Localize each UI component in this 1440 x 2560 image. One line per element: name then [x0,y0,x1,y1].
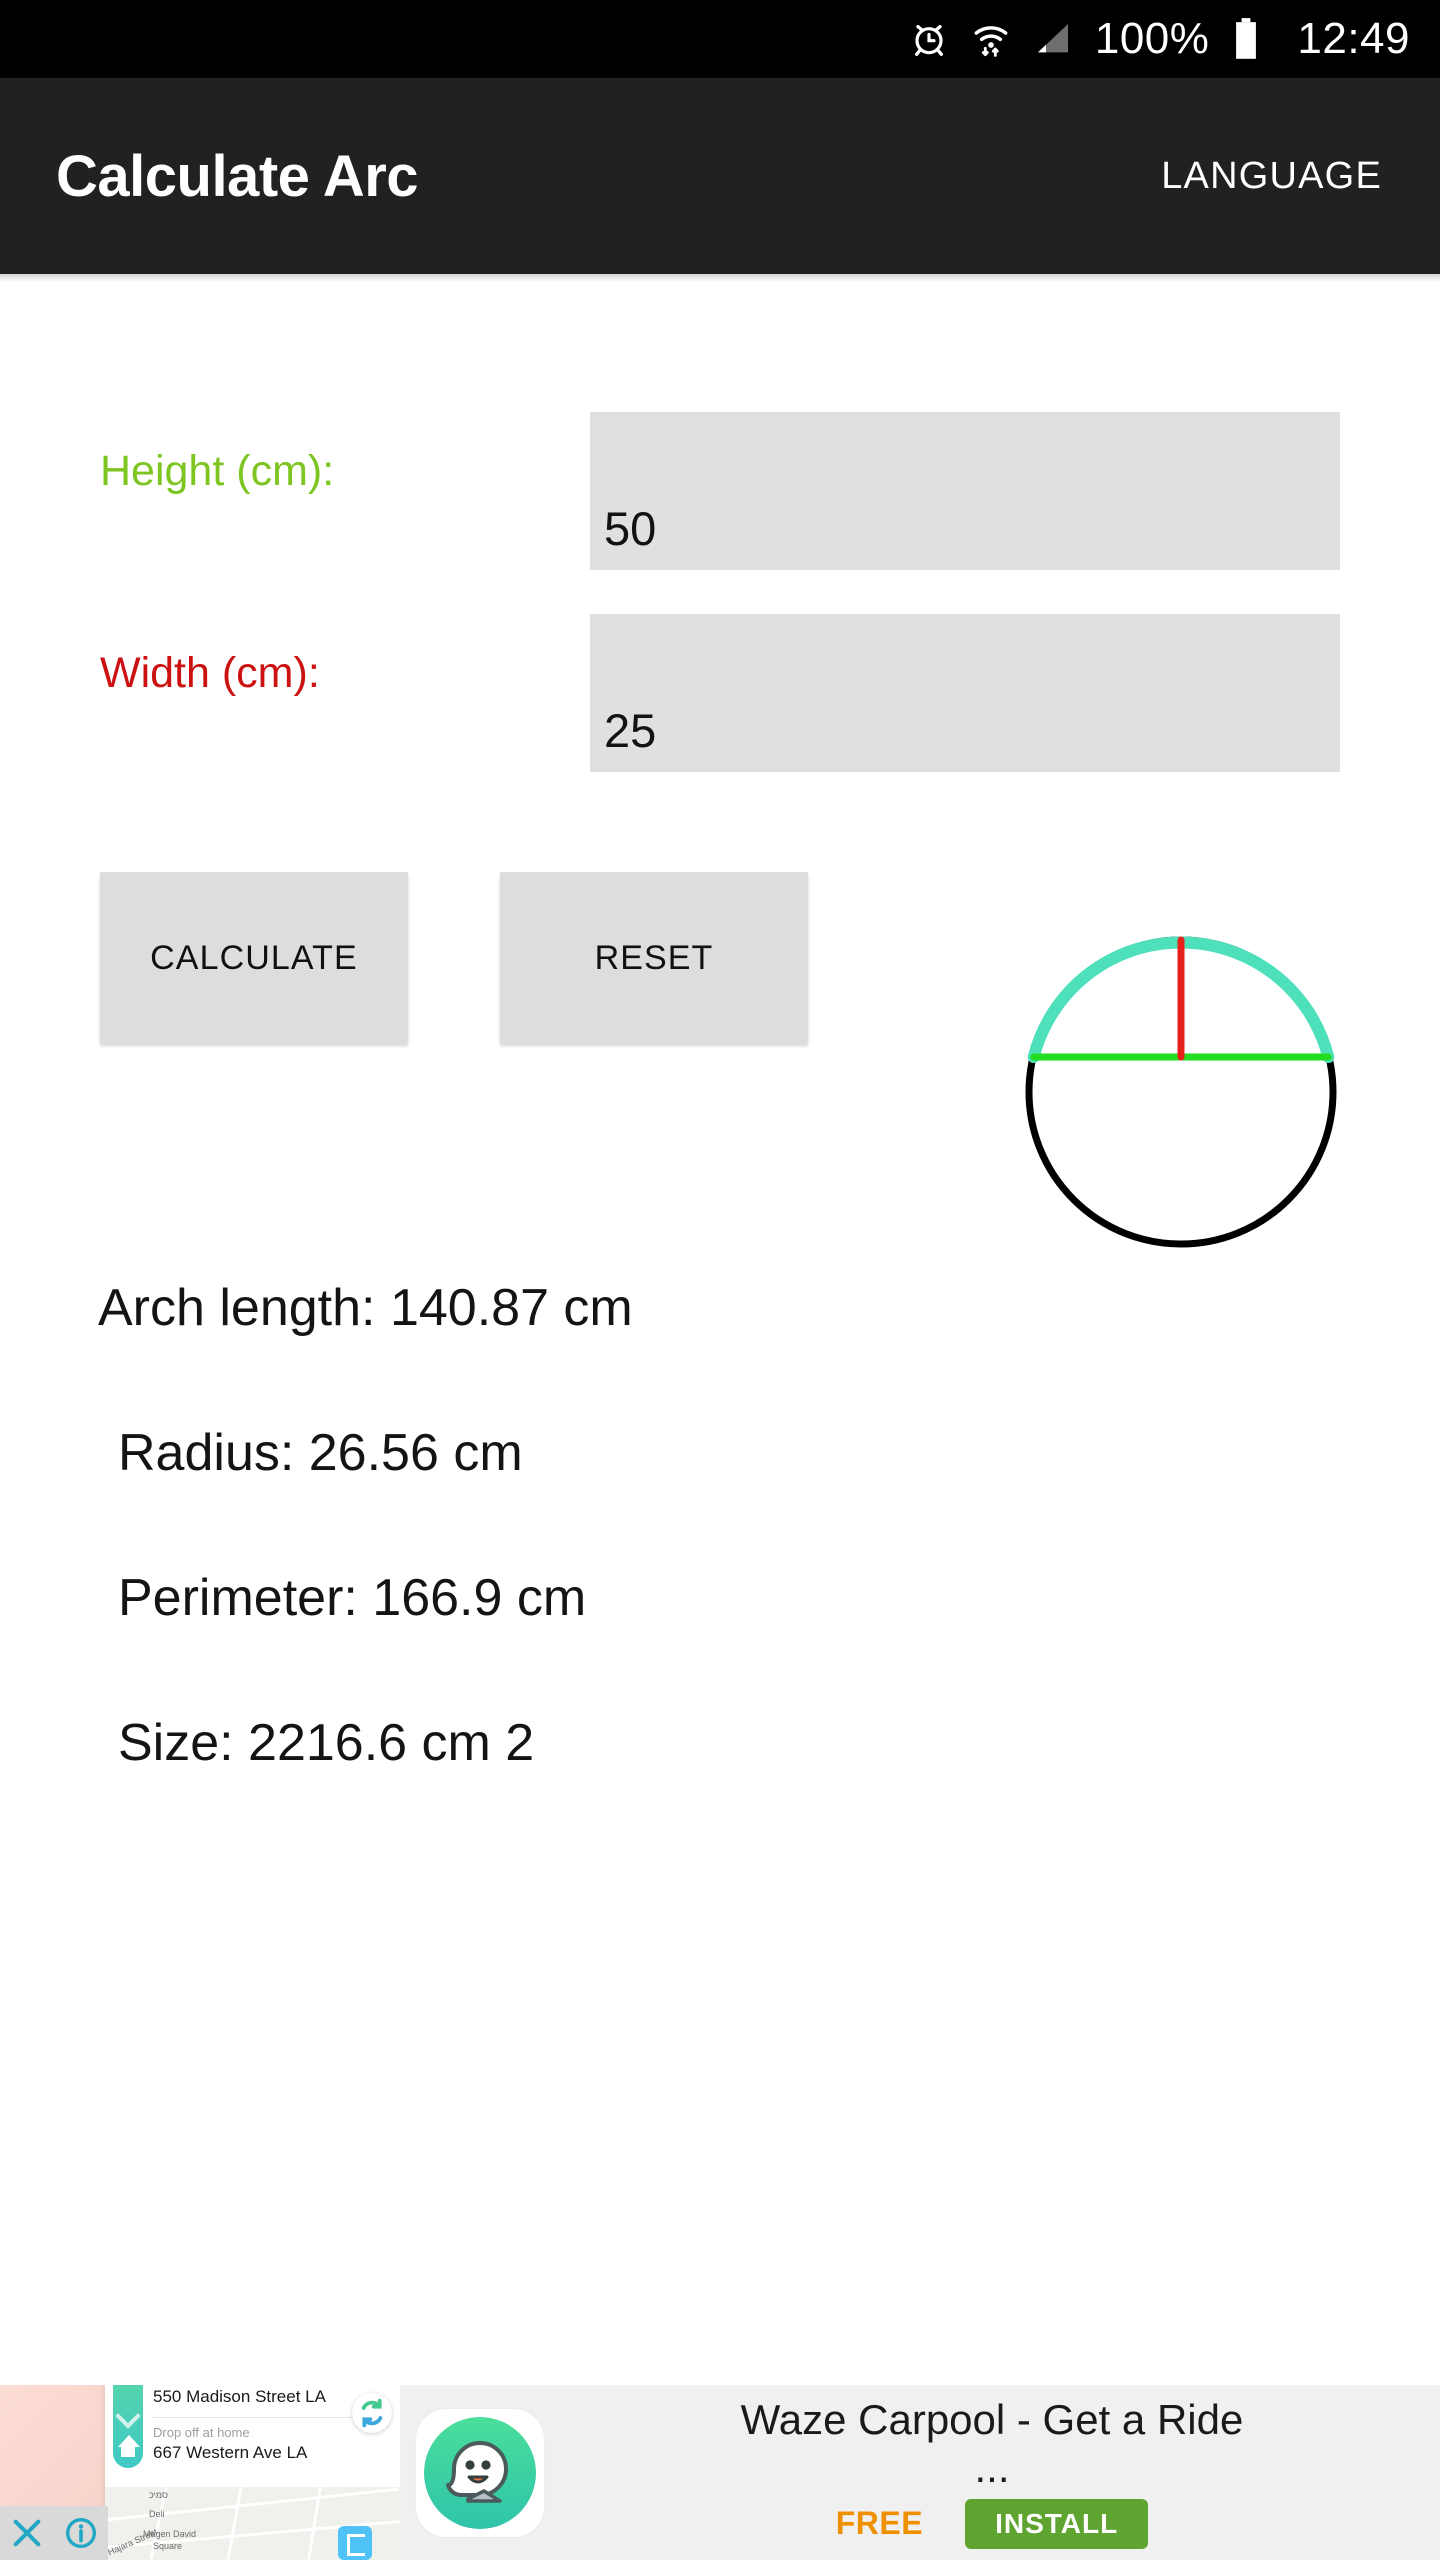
app-bar-shadow [0,274,1440,282]
height-field-row: Height (cm): [100,412,1340,570]
ad-info-button[interactable] [54,2506,108,2560]
result-radius: Radius: 26.56 cm [118,1424,523,1482]
ad-address-secondary: 667 Western Ave LA [153,2443,308,2462]
height-input[interactable] [590,412,1340,570]
ad-body: Waze Carpool - Get a Ride ... FREE INSTA… [400,2385,1440,2560]
ad-install-button[interactable]: INSTALL [965,2498,1149,2549]
ad-banner[interactable]: 550 Madison Street LA Drop off at home 6… [0,2385,1440,2560]
refresh-icon [352,2393,392,2433]
ad-title: Waze Carpool - Get a Ride ... [740,2396,1244,2491]
battery-percent-label: 100% [1094,14,1210,63]
battery-icon [1231,17,1261,61]
cellular-signal-icon [1033,19,1073,59]
ad-card-divider [153,2417,383,2418]
ad-cta-row: FREE INSTALL [835,2498,1149,2549]
waze-logo-icon [424,2416,536,2529]
ad-price-label: FREE [835,2505,924,2542]
status-bar: 100% 12:49 [0,0,1440,78]
map-label: Square [153,2541,183,2551]
alarm-clock-icon [909,19,949,59]
result-arch-length: Arch length: 140.87 cm [98,1279,633,1337]
ad-text-block: Waze Carpool - Get a Ride ... FREE INSTA… [544,2396,1440,2549]
home-icon-body [121,2447,135,2457]
reset-button[interactable]: RESET [500,872,808,1044]
status-bar-icons: 100% 12:49 [909,17,1410,61]
info-icon [65,2517,97,2549]
ad-dropoff-caption: Drop off at home [153,2425,250,2440]
ad-address-primary: 550 Madison Street LA [153,2387,326,2406]
ad-creative-card: 550 Madison Street LA Drop off at home 6… [105,2385,400,2560]
ad-map-thumbnail: סמיכ Deli Magen David Square Hajara Stre… [105,2487,400,2560]
home-icon [118,2435,140,2447]
results-panel: Arch length: 140.87 cm Radius: 26.56 cm … [0,1282,1440,1862]
result-perimeter: Perimeter: 166.9 cm [118,1569,587,1627]
map-label: סמיכ [149,2490,168,2500]
ad-overlay-controls [0,2506,108,2560]
ad-creative-image: 550 Madison Street LA Drop off at home 6… [0,2385,400,2560]
map-label: Deli [149,2509,165,2519]
wifi-icon [971,19,1011,59]
result-size: Size: 2216.6 cm 2 [118,1714,535,1772]
page-title: Calculate Arc [56,143,419,209]
clock-time-label: 12:49 [1297,14,1410,63]
arc-diagram [995,862,1367,1252]
main-content: Height (cm): Width (cm): CALCULATE RESET… [0,282,1440,2560]
app-bar: Calculate Arc LANGUAGE [0,78,1440,274]
width-field-label: Width (cm): [100,649,320,697]
map-place-marker [338,2526,372,2560]
language-button[interactable]: LANGUAGE [1151,141,1392,212]
ad-app-icon [416,2408,544,2537]
ad-close-button[interactable] [0,2506,54,2560]
width-input[interactable] [590,614,1340,772]
width-field-row: Width (cm): [100,614,1340,772]
height-field-label: Height (cm): [100,447,335,495]
close-icon [13,2519,41,2547]
calculate-button[interactable]: CALCULATE [100,872,408,1044]
